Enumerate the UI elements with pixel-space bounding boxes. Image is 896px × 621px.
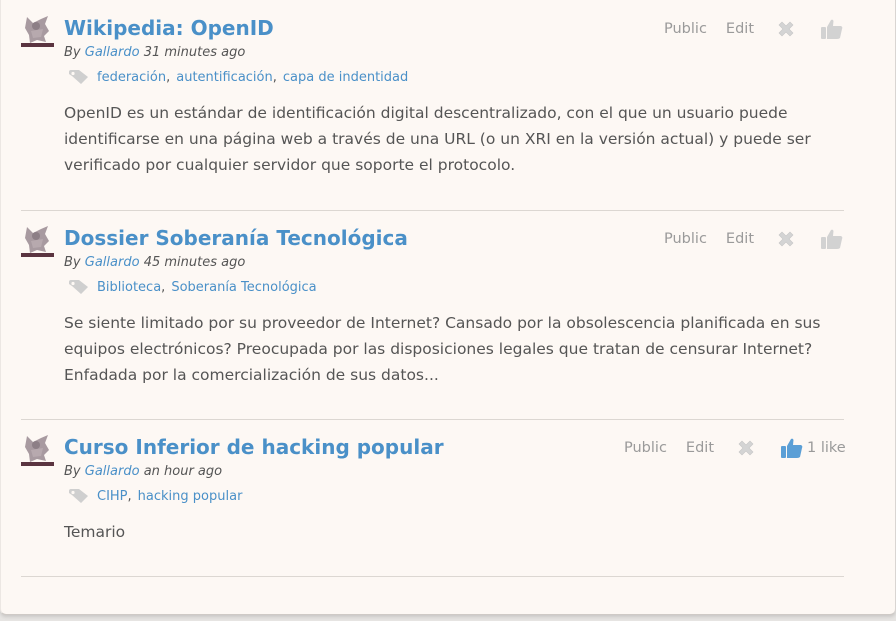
delete-x-icon[interactable] — [776, 229, 796, 249]
tag-list: Biblioteca, Soberanía Tecnológica — [68, 276, 317, 298]
delete-x-icon[interactable] — [776, 19, 796, 39]
post-actions: Public Edit — [664, 228, 844, 250]
post-byline: By Gallardo an hour ago — [64, 464, 222, 479]
tag-separator: , — [127, 488, 132, 504]
author-link[interactable]: Gallardo — [85, 464, 140, 479]
post-item: Curso Inferior de hacking popular By Gal… — [1, 419, 895, 579]
tag-icon — [69, 489, 88, 503]
post-body: Temario — [64, 523, 126, 541]
post-actions: Public Edit — [664, 18, 844, 40]
edit-link[interactable]: Edit — [726, 231, 754, 247]
post-timestamp: 31 minutes ago — [143, 45, 246, 60]
tag-link[interactable]: Biblioteca — [97, 280, 161, 295]
tag-link[interactable]: federación — [97, 70, 166, 85]
thumbs-up-icon[interactable] — [780, 437, 804, 459]
tag-icon — [69, 70, 88, 84]
post-actions: Public Edit 1 like — [624, 437, 846, 459]
tag-link[interactable]: Soberanía Tecnológica — [171, 280, 316, 295]
visibility-public-link[interactable]: Public — [664, 21, 707, 37]
edit-link[interactable]: Edit — [726, 21, 754, 37]
thumbs-up-icon[interactable] — [820, 228, 844, 250]
tag-list: CIHP, hacking popular — [68, 485, 242, 507]
post-title[interactable]: Wikipedia: OpenID — [64, 16, 274, 40]
post-title[interactable]: Dossier Soberanía Tecnológica — [64, 226, 408, 250]
post-timestamp: 45 minutes ago — [143, 255, 246, 270]
post-body: OpenID es un estándar de identificación … — [64, 104, 811, 174]
user-avatar[interactable] — [21, 224, 54, 257]
like-count[interactable]: 1 like — [807, 440, 846, 456]
thumbs-up-icon[interactable] — [820, 18, 844, 40]
post-byline: By Gallardo 45 minutes ago — [64, 255, 245, 270]
activity-panel: Wikipedia: OpenID By Gallardo 31 minutes… — [0, 0, 896, 615]
tag-link[interactable]: CIHP — [97, 489, 128, 504]
tag-link[interactable]: hacking popular — [138, 489, 243, 504]
tag-separator: , — [166, 69, 171, 85]
author-link[interactable]: Gallardo — [85, 45, 140, 60]
author-link[interactable]: Gallardo — [85, 255, 140, 270]
byline-prefix: By — [64, 45, 81, 60]
tag-separator: , — [161, 279, 166, 295]
post-byline: By Gallardo 31 minutes ago — [64, 45, 245, 60]
post-item: Wikipedia: OpenID By Gallardo 31 minutes… — [1, 0, 895, 211]
tag-link[interactable]: capa de indentidad — [283, 70, 408, 85]
post-item: Dossier Soberanía Tecnológica By Gallard… — [1, 210, 895, 420]
visibility-public-link[interactable]: Public — [624, 440, 667, 456]
byline-prefix: By — [64, 464, 81, 479]
post-body: Se siente limitado por su proveedor de I… — [64, 314, 821, 384]
delete-x-icon[interactable] — [736, 438, 756, 458]
post-timestamp: an hour ago — [143, 464, 223, 479]
edit-link[interactable]: Edit — [686, 440, 714, 456]
tag-list: federación, autentificación, capa de ind… — [68, 66, 408, 88]
post-title[interactable]: Curso Inferior de hacking popular — [64, 435, 444, 459]
byline-prefix: By — [64, 255, 81, 270]
visibility-public-link[interactable]: Public — [664, 231, 707, 247]
tag-link[interactable]: autentificación — [176, 70, 273, 85]
user-avatar[interactable] — [21, 14, 54, 47]
post-divider — [21, 576, 844, 577]
tag-separator: , — [272, 69, 277, 85]
user-avatar[interactable] — [21, 433, 54, 466]
tag-icon — [69, 280, 88, 294]
